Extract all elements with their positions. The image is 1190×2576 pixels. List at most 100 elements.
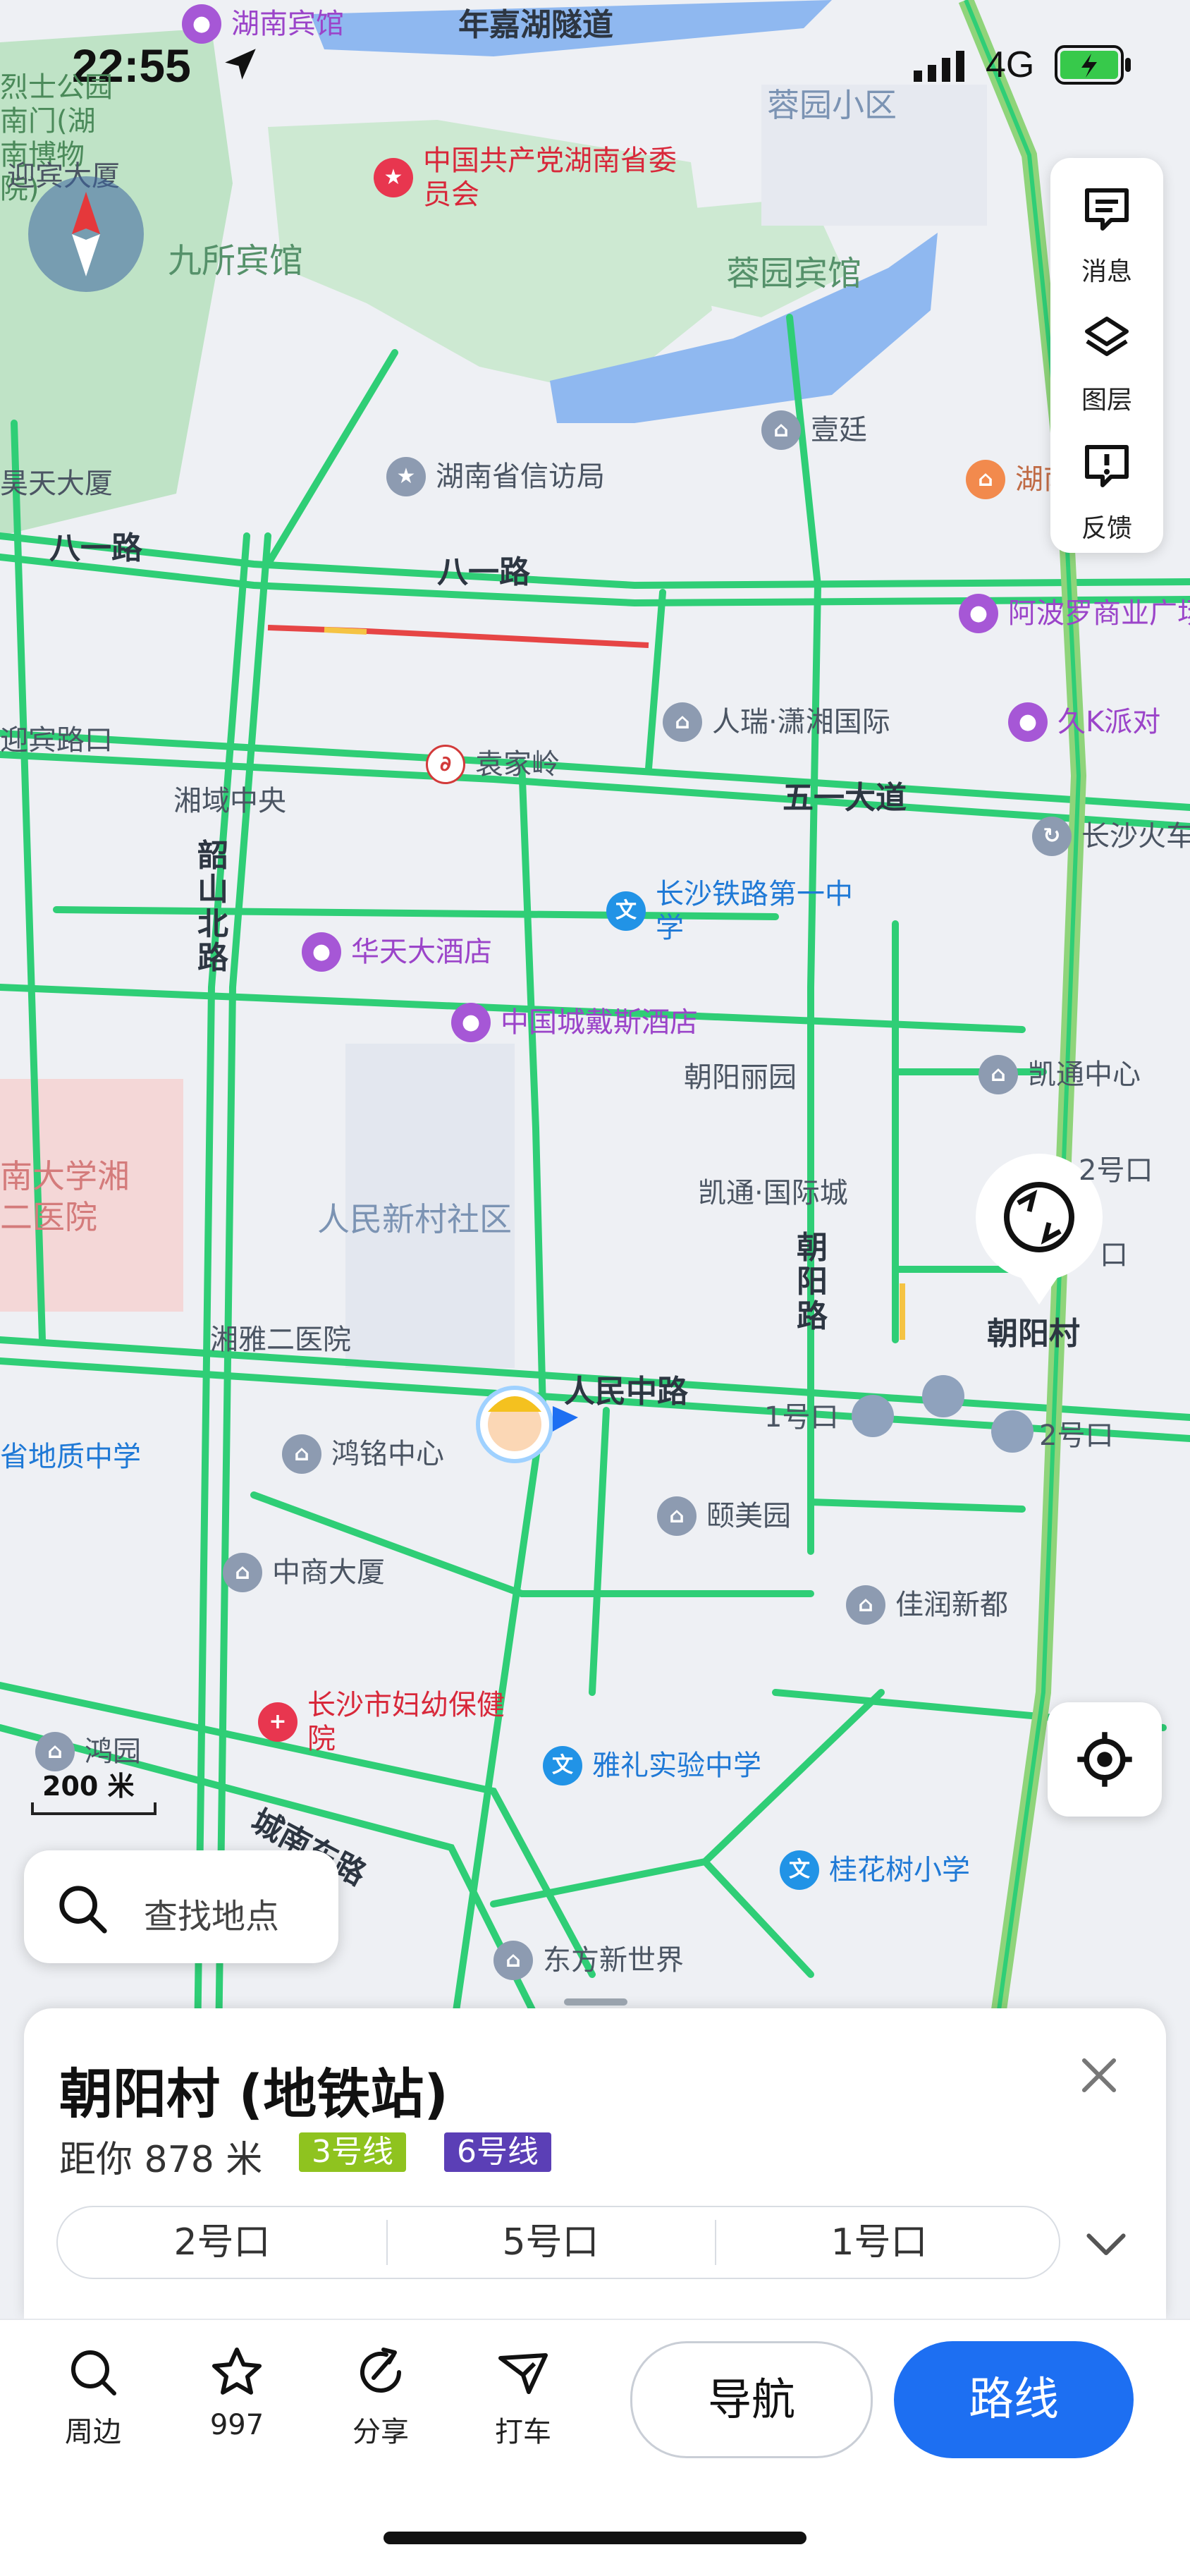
taxi-icon — [498, 2353, 548, 2394]
school-icon: 文 — [606, 891, 646, 931]
poi-renrui[interactable]: ⌂ 人瑞·潇湘国际 — [663, 702, 890, 742]
feedback-button[interactable]: 反馈 — [1050, 422, 1163, 549]
poi-kaitong-intl[interactable]: 凯通·国际城 — [698, 1179, 848, 1207]
road-label-tunnel: 年嘉湖隧道 — [458, 7, 613, 43]
exit-label-a: 2号口 — [1079, 1154, 1153, 1187]
signal-icon — [914, 51, 964, 82]
poi-jiarun[interactable]: ⌂ 佳润新都 — [846, 1585, 1008, 1625]
navigate-button[interactable]: 导航 — [630, 2341, 873, 2458]
search-box[interactable]: 查找地点 — [24, 1850, 338, 1963]
building-icon: ⌂ — [663, 702, 702, 742]
rail-icon: ↻ — [1032, 817, 1072, 856]
area-renmin-village: 人民新村社区 — [317, 1200, 512, 1238]
poi-yiting[interactable]: ⌂ 壹廷 — [761, 410, 867, 450]
poi-guihua[interactable]: 文桂花树小学 — [780, 1850, 970, 1890]
station-title: 朝阳村 (地铁站) — [59, 2063, 448, 2125]
nearby-button[interactable]: 周边 — [44, 2344, 142, 2450]
poi-days[interactable]: ● 中国城戴斯酒店 — [451, 1003, 698, 1042]
hotel-icon: ● — [302, 932, 341, 972]
share-button[interactable]: 分享 — [331, 2344, 430, 2450]
exit-label-1: 1号口 — [764, 1401, 839, 1434]
map-scale: 200 米 — [31, 1764, 157, 1815]
star-icon: ★ — [386, 457, 426, 496]
divider — [0, 2319, 1190, 2320]
home-indicator[interactable] — [384, 2532, 806, 2544]
poi-hongming[interactable]: ⌂ 鸿铭中心 — [282, 1434, 444, 1474]
share-icon — [360, 2348, 401, 2393]
building-icon: ⌂ — [282, 1434, 321, 1474]
exit-label-2: 2号口 — [1039, 1420, 1114, 1452]
poi-huatian[interactable]: ● 华天大酒店 — [302, 932, 492, 972]
exit-selector: 2号口 5号口 1号口 — [56, 2206, 1060, 2279]
favorites-button[interactable]: 997 — [188, 2344, 286, 2441]
school-icon: 文 — [543, 1746, 582, 1786]
poi-xiangya2[interactable]: 湘雅二医院 — [210, 1326, 351, 1354]
poi-hunan-hotel[interactable]: ● 湖南宾馆 — [182, 4, 344, 44]
building-icon: ⌂ — [657, 1496, 697, 1536]
hotel-icon: ● — [451, 1003, 491, 1042]
poi-zhongshang[interactable]: ⌂ 中商大厦 — [223, 1553, 385, 1592]
line-badge-3[interactable]: 3号线 — [299, 2132, 406, 2172]
compass-needle-icon — [72, 192, 100, 276]
poi-apollo[interactable]: ● 阿波罗商业广场 — [959, 594, 1190, 633]
locate-me-button[interactable] — [1048, 1702, 1162, 1817]
search-placeholder: 查找地点 — [144, 1897, 280, 1936]
poi-changsha-station[interactable]: ↻长沙火车站 — [1032, 817, 1190, 856]
poi-rongyuan-hotel[interactable]: 蓉园宾馆 — [726, 257, 861, 291]
network-type: 4G — [986, 44, 1035, 85]
building-icon: ⌂ — [493, 1941, 533, 1980]
area-rongyuan: 蓉园小区 — [767, 86, 897, 124]
school-icon: 文 — [780, 1850, 819, 1890]
poi-party[interactable]: ★ 中国共产党湖南省委员会 — [374, 144, 684, 212]
poi-kaitong-center[interactable]: ⌂ 凯通中心 — [979, 1055, 1141, 1094]
road-label-bayi-2: 八一路 — [437, 554, 530, 590]
search-icon — [59, 1886, 107, 1934]
exit-label-c: 口 — [1100, 1239, 1128, 1271]
messages-button[interactable]: 消息 — [1050, 165, 1163, 292]
layers-button[interactable]: 图层 — [1050, 293, 1163, 420]
search-icon — [71, 2350, 116, 2395]
road-label-bayi: 八一路 — [49, 530, 142, 566]
layers-icon — [1085, 317, 1129, 356]
poi-geology[interactable]: 省地质中学 — [0, 1443, 141, 1471]
microphone-icon: ● — [1008, 702, 1048, 742]
poi-jiusuo[interactable]: 九所宾馆 — [168, 244, 303, 278]
exit-option[interactable]: 5号口 — [386, 2207, 715, 2278]
poi-xinfang[interactable]: ★ 湖南省信访局 — [386, 457, 605, 496]
scale-bar — [31, 1802, 157, 1815]
poi-dongfang[interactable]: ⌂ 东方新世界 — [493, 1941, 684, 1980]
compass-button[interactable] — [28, 176, 144, 292]
metro-icon: ∂ — [426, 745, 465, 784]
star-icon — [212, 2348, 262, 2395]
hotel-icon: ● — [182, 4, 221, 44]
map-tools-panel: 消息 图层 反馈 — [1050, 158, 1163, 553]
poi-xiangyu[interactable]: 湘域中央 — [173, 787, 286, 815]
taxi-button[interactable]: 打车 — [474, 2344, 572, 2450]
poi-hongyuan[interactable]: ⌂ 鸿园 — [35, 1732, 141, 1771]
road-label-renmin: 人民中路 — [564, 1374, 688, 1410]
shopping-icon: ● — [959, 594, 998, 633]
poi-railway-school[interactable]: 文长沙铁路第一中学 — [606, 877, 867, 945]
line-badge-6[interactable]: 6号线 — [444, 2132, 551, 2172]
location-arrow-icon — [225, 49, 256, 80]
poi-maternity[interactable]: + 长沙市妇幼保健院 — [258, 1688, 512, 1756]
drag-handle[interactable] — [564, 1998, 627, 2006]
hospital-icon: + — [258, 1702, 298, 1742]
crosshair-icon — [1077, 1732, 1132, 1787]
chevron-down-icon[interactable] — [1081, 2218, 1131, 2268]
poi-yingbinlu[interactable]: 迎宾路口 — [0, 726, 113, 755]
poi-jiuk[interactable]: ● 久K派对 — [1008, 702, 1160, 742]
star-icon: ★ — [374, 158, 413, 197]
road-label-chaoyang: 朝阳路 — [797, 1230, 828, 1334]
close-icon[interactable] — [1074, 2051, 1124, 2100]
exit-option[interactable]: 1号口 — [715, 2207, 1043, 2278]
poi-haotian[interactable]: 昊天大厦 — [0, 470, 113, 498]
poi-yali[interactable]: 文雅礼实验中学 — [543, 1746, 761, 1786]
exit-option[interactable]: 2号口 — [58, 2207, 386, 2278]
building-icon: ⌂ — [846, 1585, 885, 1625]
route-button[interactable]: 路线 — [894, 2341, 1134, 2458]
poi-yuanjialing[interactable]: ∂ 袁家岭 — [426, 745, 560, 784]
poi-chaoyang-liyuan[interactable]: 朝阳丽园 — [684, 1063, 797, 1092]
station-label[interactable]: 朝阳村 — [987, 1319, 1080, 1350]
poi-yimei[interactable]: ⌂ 颐美园 — [657, 1496, 791, 1536]
